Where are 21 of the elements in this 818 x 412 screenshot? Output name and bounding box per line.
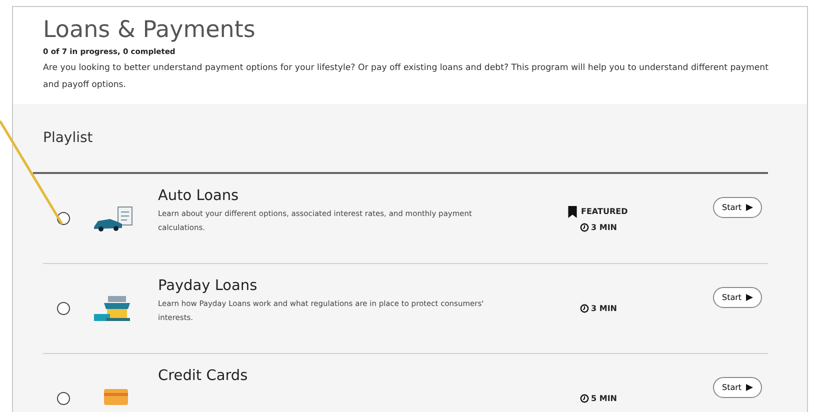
start-button[interactable]: Start <box>713 287 762 308</box>
duration-label: 3 MIN <box>591 222 617 232</box>
clock-icon <box>580 222 589 232</box>
program-description: Are you looking to better understand payment options for your lifestyle? Or pay off existing loans and debt? This program will help you to understand different payment and payoff options. <box>43 62 770 92</box>
play-icon <box>746 384 753 391</box>
radio-button[interactable] <box>57 392 70 405</box>
page-title: Loans & Payments <box>43 17 256 43</box>
radio-button[interactable] <box>57 302 70 315</box>
lesson-title[interactable]: Credit Cards <box>158 368 508 384</box>
lesson-title[interactable]: Payday Loans <box>158 278 508 294</box>
start-button[interactable]: Start <box>713 197 762 218</box>
clock-icon <box>580 304 589 313</box>
clock-icon <box>580 394 589 403</box>
play-icon <box>746 294 753 301</box>
playlist-heading: Playlist <box>43 130 94 146</box>
duration-label: 3 MIN <box>591 304 617 313</box>
lesson-title[interactable]: Auto Loans <box>158 188 508 204</box>
featured-label: FEATURED <box>581 207 628 216</box>
play-icon <box>746 204 753 211</box>
duration-label: 5 MIN <box>591 394 617 403</box>
start-button[interactable]: Start <box>713 377 762 398</box>
